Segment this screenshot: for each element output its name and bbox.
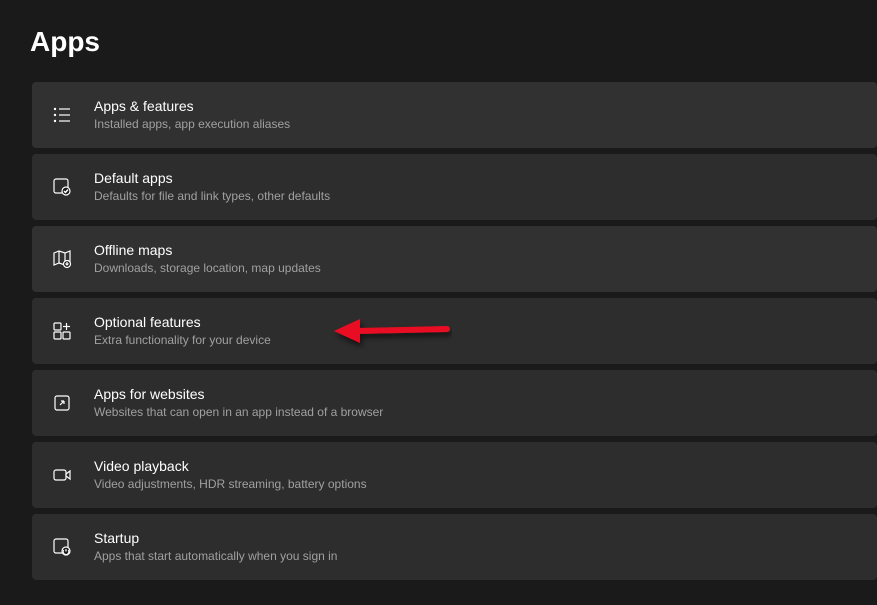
item-text: Video playback Video adjustments, HDR st… bbox=[94, 457, 367, 493]
item-text: Startup Apps that start automatically wh… bbox=[94, 529, 337, 565]
offline-maps-icon bbox=[50, 247, 74, 271]
settings-item-apps-websites[interactable]: Apps for websites Websites that can open… bbox=[32, 370, 877, 436]
item-text: Apps for websites Websites that can open… bbox=[94, 385, 383, 421]
item-subtitle: Downloads, storage location, map updates bbox=[94, 261, 321, 277]
item-title: Startup bbox=[94, 529, 337, 547]
apps-features-icon bbox=[50, 103, 74, 127]
item-text: Offline maps Downloads, storage location… bbox=[94, 241, 321, 277]
annotation-arrow bbox=[332, 311, 452, 351]
default-apps-icon bbox=[50, 175, 74, 199]
item-text: Default apps Defaults for file and link … bbox=[94, 169, 330, 205]
item-title: Default apps bbox=[94, 169, 330, 187]
settings-item-default-apps[interactable]: Default apps Defaults for file and link … bbox=[32, 154, 877, 220]
item-subtitle: Defaults for file and link types, other … bbox=[94, 189, 330, 205]
item-subtitle: Installed apps, app execution aliases bbox=[94, 117, 290, 133]
settings-item-optional-features[interactable]: Optional features Extra functionality fo… bbox=[32, 298, 877, 364]
settings-item-apps-features[interactable]: Apps & features Installed apps, app exec… bbox=[32, 82, 877, 148]
optional-features-icon bbox=[50, 319, 74, 343]
settings-item-startup[interactable]: Startup Apps that start automatically wh… bbox=[32, 514, 877, 580]
item-title: Optional features bbox=[94, 313, 271, 331]
item-subtitle: Video adjustments, HDR streaming, batter… bbox=[94, 477, 367, 493]
settings-item-offline-maps[interactable]: Offline maps Downloads, storage location… bbox=[32, 226, 877, 292]
item-title: Offline maps bbox=[94, 241, 321, 259]
item-subtitle: Websites that can open in an app instead… bbox=[94, 405, 383, 421]
page-title: Apps bbox=[0, 0, 877, 82]
apps-websites-icon bbox=[50, 391, 74, 415]
item-text: Optional features Extra functionality fo… bbox=[94, 313, 271, 349]
item-subtitle: Extra functionality for your device bbox=[94, 333, 271, 349]
video-playback-icon bbox=[50, 463, 74, 487]
item-title: Apps & features bbox=[94, 97, 290, 115]
settings-list: Apps & features Installed apps, app exec… bbox=[0, 82, 877, 580]
item-text: Apps & features Installed apps, app exec… bbox=[94, 97, 290, 133]
startup-icon bbox=[50, 535, 74, 559]
item-title: Apps for websites bbox=[94, 385, 383, 403]
item-title: Video playback bbox=[94, 457, 367, 475]
item-subtitle: Apps that start automatically when you s… bbox=[94, 549, 337, 565]
settings-item-video-playback[interactable]: Video playback Video adjustments, HDR st… bbox=[32, 442, 877, 508]
